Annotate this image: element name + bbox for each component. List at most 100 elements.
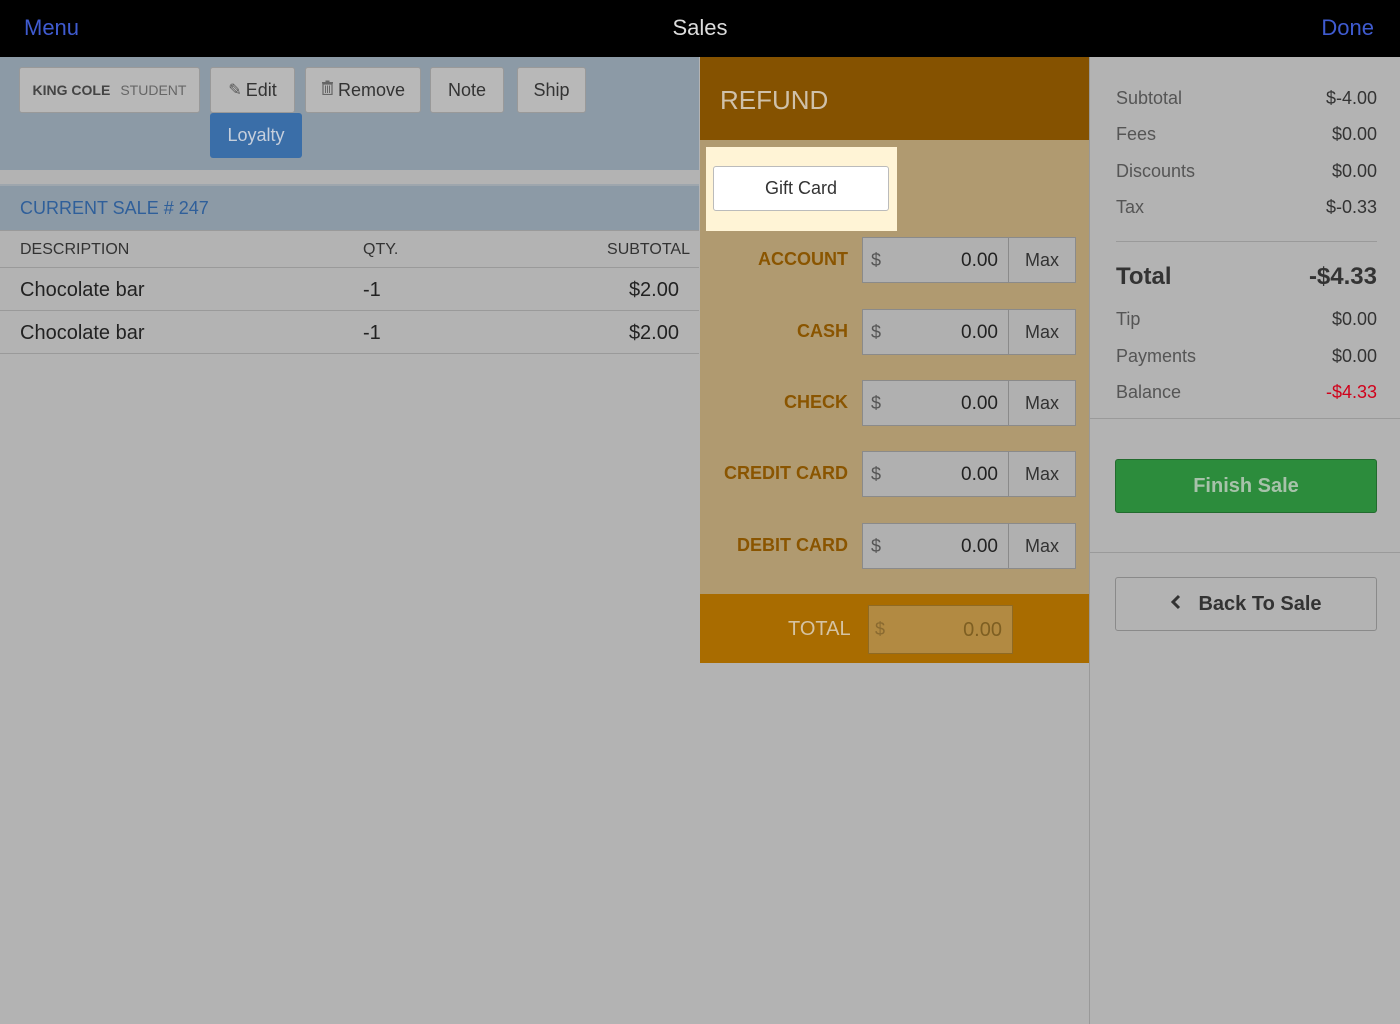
- debit-card-amount-input[interactable]: $ 0.00: [862, 523, 1008, 569]
- ship-button[interactable]: Ship: [517, 67, 586, 113]
- divider: [1090, 552, 1400, 553]
- current-sale-header: CURRENT SALE # 247: [0, 186, 699, 230]
- summary-label: Tip: [1116, 309, 1141, 329]
- finish-sale-button[interactable]: Finish Sale: [1115, 459, 1377, 513]
- payment-label: DEBIT CARD: [737, 535, 848, 555]
- summary-label: Discounts: [1116, 161, 1196, 181]
- edit-button[interactable]: ✎ Edit: [210, 67, 295, 113]
- summary-value: $0.00: [1331, 309, 1377, 329]
- summary-label: Subtotal: [1116, 88, 1183, 108]
- item-description: Chocolate bar: [20, 279, 145, 301]
- loyalty-button[interactable]: Loyalty: [210, 113, 302, 158]
- summary-panel: Subtotal $-4.00 Fees $0.00 Discounts $0.…: [1089, 57, 1400, 1024]
- summary-value: $-4.00: [1325, 88, 1377, 108]
- payment-label: CASH: [796, 321, 848, 341]
- edit-label: Edit: [245, 79, 277, 100]
- summary-label: Payments: [1116, 346, 1197, 366]
- summary-value: $0.00: [1331, 346, 1377, 366]
- total-value: -$4.33: [1308, 263, 1377, 290]
- item-subtotal: $2.00: [628, 322, 679, 344]
- back-to-sale-label: Back To Sale: [1198, 592, 1322, 615]
- payment-label: CREDIT CARD: [724, 463, 848, 483]
- summary-label: Fees: [1116, 124, 1157, 144]
- refund-total-label: TOTAL: [788, 618, 851, 640]
- divider: [1090, 418, 1400, 419]
- check-amount-input[interactable]: $ 0.00: [862, 380, 1008, 426]
- cash-max-button[interactable]: Max: [1008, 309, 1076, 355]
- summary-row-fees: Fees $0.00: [1116, 124, 1377, 148]
- amount-value: 0.00: [961, 250, 998, 271]
- amount-value: 0.00: [961, 322, 998, 343]
- account-max-button[interactable]: Max: [1008, 237, 1076, 283]
- page-title: Sales: [672, 15, 728, 40]
- column-subtotal: SUBTOTAL: [607, 241, 690, 258]
- item-qty: -1: [363, 322, 381, 344]
- summary-row-tip: Tip $0.00: [1116, 309, 1377, 333]
- summary-value: $-0.33: [1325, 197, 1377, 217]
- payment-row-credit-card: CREDIT CARD $ 0.00 Max: [700, 451, 1089, 497]
- amount-value: 0.00: [961, 393, 998, 414]
- summary-row-payments: Payments $0.00: [1116, 346, 1377, 370]
- amount-value: 0.00: [961, 464, 998, 485]
- credit-card-max-button[interactable]: Max: [1008, 451, 1076, 497]
- payment-row-debit-card: DEBIT CARD $ 0.00 Max: [700, 523, 1089, 569]
- currency-symbol: $: [871, 393, 882, 413]
- item-description: Chocolate bar: [20, 322, 145, 344]
- payment-row-cash: CASH $ 0.00 Max: [700, 309, 1089, 355]
- summary-label: Tax: [1116, 197, 1145, 217]
- column-description: DESCRIPTION: [20, 241, 130, 258]
- debit-card-max-button[interactable]: Max: [1008, 523, 1076, 569]
- summary-row-balance: Balance -$4.33: [1116, 382, 1377, 406]
- item-qty: -1: [363, 279, 381, 301]
- refund-title: REFUND: [720, 85, 829, 115]
- check-max-button[interactable]: Max: [1008, 380, 1076, 426]
- refund-panel: REFUND Gift Card ACCOUNT $ 0.00 Max CASH…: [700, 57, 1089, 663]
- customer-toolbar: KING COLE STUDENT ✎ Edit Remove Note Shi…: [0, 57, 699, 170]
- refund-header: REFUND: [700, 57, 1089, 140]
- chevron-left-icon: [1170, 593, 1182, 616]
- current-sale-title: CURRENT SALE # 247: [20, 198, 209, 218]
- summary-value: $0.00: [1331, 161, 1377, 181]
- summary-row-total: Total -$4.33: [1116, 263, 1377, 293]
- amount-value: 0.00: [961, 536, 998, 557]
- summary-row-subtotal: Subtotal $-4.00: [1116, 88, 1377, 112]
- trash-icon: [321, 80, 334, 100]
- customer-name: KING COLE: [32, 82, 111, 98]
- currency-symbol: $: [875, 619, 886, 639]
- total-label: Total: [1116, 263, 1172, 290]
- refund-total-field: $ 0.00: [868, 605, 1013, 654]
- currency-symbol: $: [871, 250, 882, 270]
- column-qty: QTY.: [363, 241, 399, 258]
- refund-total-bar: TOTAL $ 0.00: [700, 594, 1089, 663]
- done-button[interactable]: Done: [1321, 15, 1374, 41]
- divider: [1116, 241, 1377, 242]
- sale-table-header: DESCRIPTION QTY. SUBTOTAL: [0, 230, 699, 268]
- balance-value: -$4.33: [1325, 382, 1377, 402]
- cash-amount-input[interactable]: $ 0.00: [862, 309, 1008, 355]
- payment-row-account: ACCOUNT $ 0.00 Max: [700, 237, 1089, 283]
- payment-label: ACCOUNT: [758, 249, 848, 269]
- currency-symbol: $: [871, 322, 882, 342]
- top-navigation-bar: Menu Sales Done: [0, 0, 1400, 57]
- table-row[interactable]: Chocolate bar -1 $2.00: [0, 268, 699, 311]
- customer-button[interactable]: KING COLE STUDENT: [19, 67, 200, 113]
- table-row[interactable]: Chocolate bar -1 $2.00: [0, 311, 699, 354]
- summary-row-discounts: Discounts $0.00: [1116, 161, 1377, 185]
- credit-card-amount-input[interactable]: $ 0.00: [862, 451, 1008, 497]
- customer-type: STUDENT: [120, 82, 187, 98]
- currency-symbol: $: [871, 536, 882, 556]
- account-amount-input[interactable]: $ 0.00: [862, 237, 1008, 283]
- summary-label: Balance: [1116, 382, 1182, 402]
- remove-button[interactable]: Remove: [305, 67, 421, 113]
- currency-symbol: $: [871, 464, 882, 484]
- item-subtotal: $2.00: [628, 279, 679, 301]
- back-to-sale-button[interactable]: Back To Sale: [1115, 577, 1377, 631]
- gift-card-button[interactable]: Gift Card: [713, 166, 889, 211]
- pencil-icon: ✎: [228, 82, 242, 99]
- refund-total-value: 0.00: [963, 619, 1002, 641]
- remove-label: Remove: [337, 79, 406, 100]
- note-button[interactable]: Note: [430, 67, 504, 113]
- sale-panel: KING COLE STUDENT ✎ Edit Remove Note Shi…: [0, 57, 699, 1024]
- payment-label: CHECK: [783, 392, 848, 412]
- summary-row-tax: Tax $-0.33: [1116, 197, 1377, 221]
